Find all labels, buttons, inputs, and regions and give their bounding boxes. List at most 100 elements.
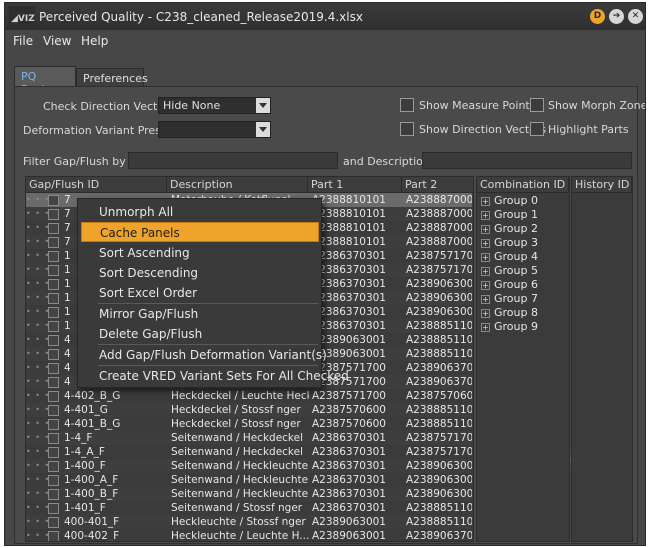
table-row[interactable]: • • • 1-400_F Seitenwand / Heckleuchte A238… — [26, 459, 472, 473]
table-row[interactable]: • • • 4-401_B_G Heckdeckel / Stossf nger A2… — [26, 417, 472, 431]
row-checkbox[interactable] — [48, 195, 59, 206]
expand-icon[interactable]: + — [481, 309, 490, 318]
tab-pq-review[interactable]: PQ Review — [14, 66, 76, 96]
group-item[interactable]: + Group 6 — [481, 278, 538, 292]
column-header-id[interactable]: Gap/Flush ID — [26, 177, 167, 193]
menu-sort-ascending[interactable]: Sort Ascending — [81, 243, 319, 263]
menu-mirror-gap-flush[interactable]: Mirror Gap/Flush — [81, 304, 319, 324]
expand-icon[interactable]: + — [481, 323, 490, 332]
tree-line: • • • — [26, 405, 51, 414]
group-item[interactable]: + Group 5 — [481, 264, 538, 278]
menu-sort-excel-order[interactable]: Sort Excel Order — [81, 283, 319, 303]
group-item[interactable]: + Group 1 — [481, 208, 538, 222]
row-checkbox[interactable] — [48, 461, 59, 472]
menu-help[interactable]: Help — [81, 34, 108, 48]
group-label: Group 5 — [494, 264, 538, 277]
row-checkbox[interactable] — [48, 517, 59, 528]
row-checkbox[interactable] — [48, 405, 59, 416]
row-checkbox[interactable] — [48, 433, 59, 444]
row-checkbox[interactable] — [48, 307, 59, 318]
expand-icon[interactable]: + — [481, 295, 490, 304]
row-checkbox[interactable] — [48, 475, 59, 486]
close-button[interactable]: ✕ — [628, 9, 643, 24]
row-checkbox[interactable] — [48, 237, 59, 248]
filter-id-input[interactable] — [128, 152, 338, 169]
tree-line: • • • — [26, 475, 51, 484]
expand-icon[interactable]: + — [481, 197, 490, 206]
row-checkbox[interactable] — [48, 251, 59, 262]
table-row[interactable]: • • • 1-400_A_F Seitenwand / Heckleuchte A2… — [26, 473, 472, 487]
row-checkbox[interactable] — [48, 265, 59, 276]
menu-view[interactable]: View — [43, 34, 71, 48]
tab-preferences[interactable]: Preferences — [76, 68, 148, 87]
row-checkbox[interactable] — [48, 335, 59, 346]
vred-logo-icon: ◢VIZ — [9, 6, 35, 26]
menu-cache-panels[interactable]: Cache Panels — [81, 222, 319, 242]
row-checkbox[interactable] — [48, 349, 59, 360]
expand-icon[interactable]: + — [481, 267, 490, 276]
menu-sort-descending[interactable]: Sort Descending — [81, 263, 319, 283]
group-item[interactable]: + Group 0 — [481, 194, 538, 208]
table-row[interactable]: • • • 1-401_F Seitenwand / Stossf nger A238… — [26, 501, 472, 515]
row-checkbox[interactable] — [48, 321, 59, 332]
cell-part1: A2387570600 — [312, 418, 386, 430]
row-checkbox[interactable] — [48, 391, 59, 402]
group-label: Group 8 — [494, 306, 538, 319]
row-checkbox[interactable] — [48, 209, 59, 220]
row-checkbox[interactable] — [48, 223, 59, 234]
expand-icon[interactable]: + — [481, 225, 490, 234]
row-checkbox[interactable] — [48, 377, 59, 388]
group-label: Group 3 — [494, 236, 538, 249]
row-checkbox[interactable] — [48, 489, 59, 500]
menu-file[interactable]: File — [13, 34, 33, 48]
group-item[interactable]: + Group 3 — [481, 236, 538, 250]
menu-create-vred-variant-sets[interactable]: Create VRED Variant Sets For All Checked — [81, 366, 349, 386]
table-row[interactable]: • • • 4-402_B_G Heckdeckel / Leuchte Heck A… — [26, 389, 472, 403]
expand-icon[interactable]: + — [481, 253, 490, 262]
column-header-part1[interactable]: Part 1 — [308, 177, 402, 193]
row-checkbox[interactable] — [48, 503, 59, 514]
highlight-parts-checkbox[interactable] — [530, 122, 544, 136]
row-checkbox[interactable] — [48, 531, 59, 541]
show-morph-zone-checkbox[interactable] — [530, 98, 544, 112]
table-row[interactable]: • • • 400-401_F Heckleuchte / Stossf nger A… — [26, 515, 472, 529]
column-header-history[interactable]: History ID — [572, 177, 632, 193]
table-row[interactable]: • • • 400-402_F Heckleuchte / Leuchte H...… — [26, 529, 472, 541]
group-item[interactable]: + Group 8 — [481, 306, 538, 320]
deformation-presets-select[interactable] — [158, 121, 271, 138]
table-row[interactable]: • • • 1-400_B_F Seitenwand / Heckleuchte A2… — [26, 487, 472, 501]
group-item[interactable]: + Group 9 — [481, 320, 538, 334]
check-direction-select[interactable]: Hide None — [158, 97, 271, 114]
table-row[interactable]: • • • 1-4_F Seitenwand / Heckdeckel A238637… — [26, 431, 472, 445]
row-checkbox[interactable] — [48, 279, 59, 290]
column-header-combination[interactable]: Combination ID — [477, 177, 569, 193]
table-row[interactable]: • • • 1-4_A_F Seitenwand / Heckdeckel A2386… — [26, 445, 472, 459]
filter-description-input[interactable] — [422, 152, 632, 169]
row-checkbox[interactable] — [48, 363, 59, 374]
expand-icon[interactable]: + — [481, 239, 490, 248]
row-checkbox[interactable] — [48, 293, 59, 304]
column-header-part2[interactable]: Part 2 — [402, 177, 474, 193]
group-item[interactable]: + Group 4 — [481, 250, 538, 264]
table-row[interactable]: • • • 4-401_G Heckdeckel / Stossf nger A238… — [26, 403, 472, 417]
column-header-description[interactable]: Description — [167, 177, 308, 193]
show-direction-vectors-checkbox[interactable] — [400, 122, 414, 136]
menu-delete-gap-flush[interactable]: Delete Gap/Flush — [81, 324, 319, 344]
cell-part1: A2387570600 — [312, 404, 386, 416]
tree-line: • • • — [26, 461, 51, 470]
cell-id: 4-401_B_G — [64, 418, 121, 430]
show-morph-zone-label: Show Morph Zone — [548, 99, 646, 112]
row-checkbox[interactable] — [48, 447, 59, 458]
chevron-down-icon — [256, 98, 270, 113]
menu-unmorph-all[interactable]: Unmorph All — [81, 202, 319, 222]
forward-button[interactable]: ➔ — [609, 9, 624, 24]
row-checkbox[interactable] — [48, 419, 59, 430]
menu-add-deformation-variant[interactable]: Add Gap/Flush Deformation Variant(s) — [81, 345, 327, 365]
show-measure-points-checkbox[interactable] — [400, 98, 414, 112]
expand-icon[interactable]: + — [481, 211, 490, 220]
expand-icon[interactable]: + — [481, 281, 490, 290]
cell-part2: A2388870000 — [406, 222, 472, 234]
group-item[interactable]: + Group 2 — [481, 222, 538, 236]
help-badge-button[interactable]: D — [590, 9, 605, 24]
group-item[interactable]: + Group 7 — [481, 292, 538, 306]
